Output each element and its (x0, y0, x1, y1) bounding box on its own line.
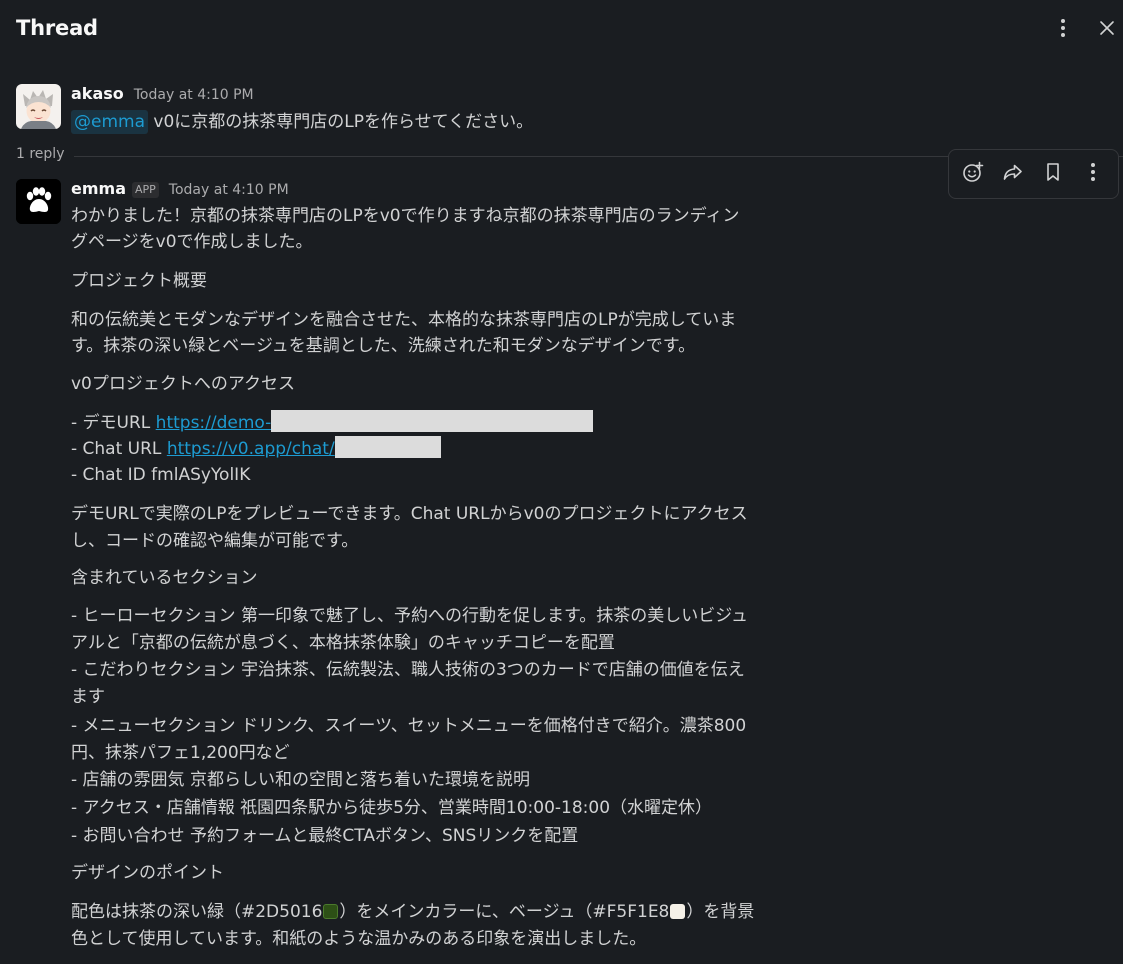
list-item: - こだわりセクション 宇治抹茶、伝統製法、職人技術の3つのカードで店舗の価値を… (71, 660, 745, 680)
paw-icon (16, 179, 61, 224)
design-text: 配色は抹茶の深い緑（#2D5016 (71, 902, 323, 922)
author-name[interactable]: akaso (71, 84, 124, 103)
add-reaction-icon (962, 161, 984, 187)
chat-url-link[interactable]: https://v0.app/chat/ (167, 439, 335, 459)
design-line: 色として使用しています。和紙のような温かみのある印象を演出しました。 (71, 929, 647, 949)
intro-line: わかりました！京都の抹茶専門店のLPをv0で作りますね京都の抹茶専門店のランディ… (71, 206, 740, 226)
list-item: - アクセス・店舗情報 祇園四条駅から徒歩5分、営業時間10:00-18:00（… (71, 798, 713, 818)
section-heading: v0プロジェクトへのアクセス (71, 374, 296, 394)
demo-url-label: - デモURL (71, 413, 156, 433)
message-timestamp[interactable]: Today at 4:10 PM (134, 87, 254, 103)
author-name[interactable]: emma (71, 179, 126, 198)
thread-header: Thread (0, 0, 1123, 58)
parent-message-text: @emma v0に京都の抹茶専門店のLPを作らせてください。 (71, 110, 533, 134)
thread-panel: Thread akaso Today at 4:10 PM @emma v0に京… (0, 0, 1123, 964)
list-item: - 店舗の雰囲気 京都らしい和の空間と落ち着いた環境を説明 (71, 770, 530, 790)
more-vertical-icon (1060, 18, 1066, 38)
avatar-akaso[interactable] (16, 84, 61, 129)
akaso-avatar-image (16, 84, 61, 129)
green-color-swatch (323, 904, 339, 919)
chat-url-line: - Chat URL https://v0.app/chat/ (71, 436, 441, 461)
list-item: ます (71, 687, 105, 707)
app-badge: APP (132, 182, 159, 198)
design-text: ）をメインカラーに、ベージュ（#F5F1E8 (339, 902, 670, 922)
overview-line: 和の伝統美とモダンなデザインを融合させた、本格的な抹茶専門店のLPが完成していま (71, 310, 737, 330)
list-item: - ヒーローセクション 第一印象で魅了し、予約への行動を促します。抹茶の美しいビ… (71, 606, 749, 626)
list-item: 円、抹茶パフェ1,200円など (71, 743, 290, 763)
list-item: アルと「京都の伝統が息づく、本格抹茶体験」のキャッチコピーを配置 (71, 633, 615, 653)
demo-url-link[interactable]: https://demo- (156, 413, 272, 433)
preview-line: し、コードの確認や編集が可能です。 (71, 531, 359, 551)
beige-color-swatch (670, 904, 686, 919)
forward-message-button[interactable] (1001, 162, 1025, 186)
save-for-later-button[interactable] (1041, 162, 1065, 186)
user-mention[interactable]: @emma (71, 110, 148, 134)
demo-url-line: - デモURL https://demo- (71, 410, 594, 435)
share-icon (1002, 161, 1024, 187)
thread-title: Thread (16, 16, 98, 40)
parent-message-body: v0に京都の抹茶専門店のLPを作らせてください。 (153, 112, 534, 132)
chat-id-line: - Chat ID fmlASyYolIK (71, 465, 251, 485)
avatar-emma[interactable] (16, 179, 61, 224)
redacted-block (271, 410, 594, 432)
overview-line: す。抹茶の深い緑とベージュを基調とした、洗練された和モダンなデザインです。 (71, 336, 696, 356)
close-thread-button[interactable] (1093, 14, 1121, 42)
list-item: - メニューセクション ドリンク、スイーツ、セットメニューを価格付きで紹介。濃茶… (71, 716, 747, 736)
message-timestamp[interactable]: Today at 4:10 PM (169, 182, 289, 198)
reply-count: 1 reply (16, 146, 65, 162)
redacted-block (334, 436, 441, 458)
message-actions-toolbar (948, 149, 1119, 199)
section-heading: 含まれているセクション (71, 568, 258, 588)
more-vertical-icon (1090, 162, 1096, 186)
bookmark-icon (1044, 162, 1062, 186)
design-text: ）を背景 (686, 902, 755, 922)
section-heading: デザインのポイント (71, 863, 224, 883)
design-line: 配色は抹茶の深い緑（#2D5016 ）をメインカラーに、ベージュ（#F5F1E8 ）… (71, 900, 754, 924)
intro-line: グページをv0で作成しました。 (71, 232, 313, 252)
parent-message-header: akaso Today at 4:10 PM (71, 84, 254, 103)
reply-message-header: emma APP Today at 4:10 PM (71, 179, 289, 199)
section-heading: プロジェクト概要 (71, 271, 207, 291)
more-options-button[interactable] (1049, 14, 1077, 42)
more-actions-button[interactable] (1081, 162, 1105, 186)
preview-line: デモURLで実際のLPをプレビューできます。Chat URLからv0のプロジェク… (71, 504, 748, 524)
close-icon (1099, 20, 1115, 36)
chat-url-label: - Chat URL (71, 439, 167, 459)
list-item: - お問い合わせ 予約フォームと最終CTAボタン、SNSリンクを配置 (71, 826, 579, 846)
add-reaction-button[interactable] (961, 161, 985, 187)
